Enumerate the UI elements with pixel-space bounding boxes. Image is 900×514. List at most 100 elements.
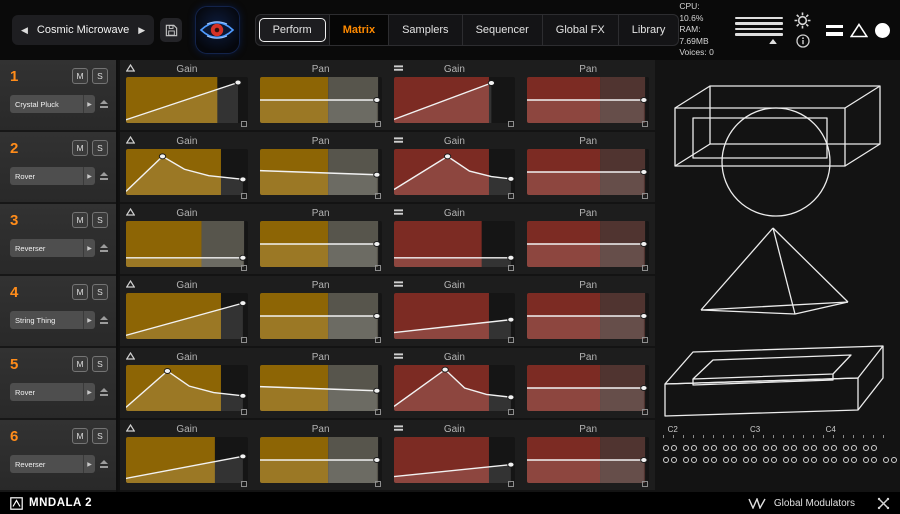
note-dot[interactable]	[831, 457, 837, 463]
mod-curve-display[interactable]	[393, 77, 516, 123]
note-pair[interactable]	[663, 457, 677, 463]
preset-prev-button[interactable]: ◀	[21, 25, 28, 35]
note-dot[interactable]	[731, 445, 737, 451]
expand-icon[interactable]	[642, 337, 648, 343]
curve-node[interactable]	[641, 242, 647, 247]
curve-node[interactable]	[240, 454, 246, 459]
note-dot[interactable]	[703, 457, 709, 463]
curve-node[interactable]	[488, 80, 494, 85]
save-button[interactable]	[160, 18, 183, 42]
note-dot[interactable]	[683, 457, 689, 463]
mod-curve-display[interactable]	[527, 221, 649, 267]
note-pair[interactable]	[783, 457, 797, 463]
mute-button[interactable]: M	[72, 428, 88, 444]
note-dot[interactable]	[883, 457, 889, 463]
note-dot[interactable]	[731, 457, 737, 463]
note-dot[interactable]	[891, 457, 897, 463]
expand-icon[interactable]	[240, 409, 247, 415]
curve-node[interactable]	[373, 172, 379, 177]
note-dot[interactable]	[791, 445, 797, 451]
curve-node[interactable]	[235, 80, 241, 85]
note-pair[interactable]	[683, 445, 697, 451]
eject-icon[interactable]	[100, 460, 108, 468]
mod-curve-display[interactable]	[126, 77, 248, 123]
note-pair[interactable]	[883, 457, 897, 463]
solo-button[interactable]: S	[92, 212, 108, 228]
channel-preset-select[interactable]: Rover ▶	[10, 167, 95, 185]
expand-icon[interactable]	[374, 409, 381, 415]
expand-icon[interactable]	[508, 121, 515, 127]
mod-curve-display[interactable]	[527, 77, 649, 123]
channel-preset-select[interactable]: Reverser ▶	[10, 455, 95, 473]
note-dot[interactable]	[771, 445, 777, 451]
expand-icon[interactable]	[508, 265, 515, 271]
mute-button[interactable]: M	[72, 212, 88, 228]
note-pair[interactable]	[683, 457, 697, 463]
tab-sequencer[interactable]: Sequencer	[461, 15, 542, 45]
note-dot[interactable]	[691, 457, 697, 463]
mod-curve-display[interactable]	[126, 437, 248, 483]
note-pair[interactable]	[843, 445, 857, 451]
curve-node[interactable]	[240, 393, 246, 398]
mod-curve-display[interactable]	[527, 293, 649, 339]
note-dot[interactable]	[823, 445, 829, 451]
mod-curve-display[interactable]	[527, 149, 649, 195]
note-dot[interactable]	[663, 457, 669, 463]
note-dot[interactable]	[683, 445, 689, 451]
mod-curve-display[interactable]	[259, 221, 382, 267]
note-pair[interactable]	[703, 457, 717, 463]
mod-curve-display[interactable]	[527, 365, 649, 411]
note-dot[interactable]	[711, 457, 717, 463]
note-dot[interactable]	[803, 445, 809, 451]
note-pair[interactable]	[803, 457, 817, 463]
expand-icon[interactable]	[240, 337, 247, 343]
curve-node[interactable]	[507, 395, 513, 400]
expand-icon[interactable]	[642, 481, 648, 487]
expand-icon[interactable]	[374, 265, 381, 271]
note-dot[interactable]	[671, 445, 677, 451]
note-dot[interactable]	[803, 457, 809, 463]
note-dot[interactable]	[703, 445, 709, 451]
info-icon[interactable]	[795, 34, 810, 48]
note-dot[interactable]	[743, 445, 749, 451]
eject-icon[interactable]	[100, 316, 108, 324]
note-pair[interactable]	[783, 445, 797, 451]
tab-perform[interactable]: Perform	[258, 18, 326, 42]
note-pair[interactable]	[823, 457, 837, 463]
curve-node[interactable]	[507, 317, 513, 322]
note-dot[interactable]	[871, 457, 877, 463]
expand-icon[interactable]	[240, 193, 247, 199]
note-pair[interactable]	[763, 457, 777, 463]
note-dot[interactable]	[831, 445, 837, 451]
note-dot[interactable]	[723, 457, 729, 463]
curve-node[interactable]	[240, 301, 246, 306]
expand-icon[interactable]	[508, 409, 515, 415]
curve-node[interactable]	[240, 255, 246, 260]
expand-icon[interactable]	[240, 481, 247, 487]
note-dot[interactable]	[723, 445, 729, 451]
expand-icon[interactable]	[240, 265, 247, 271]
expand-icon[interactable]	[374, 337, 381, 343]
note-dot[interactable]	[783, 457, 789, 463]
solo-button[interactable]: S	[92, 356, 108, 372]
chevron-right-icon[interactable]: ▶	[83, 311, 95, 329]
note-dot[interactable]	[811, 457, 817, 463]
slider-handle-icon[interactable]	[769, 38, 778, 44]
mute-button[interactable]: M	[72, 356, 88, 372]
mute-button[interactable]: M	[72, 284, 88, 300]
note-pair[interactable]	[663, 445, 677, 451]
expand-icon[interactable]	[374, 481, 381, 487]
chevron-right-icon[interactable]: ▶	[83, 239, 95, 257]
note-dot[interactable]	[663, 445, 669, 451]
mod-curve-display[interactable]	[259, 437, 382, 483]
mod-curve-display[interactable]	[393, 365, 516, 411]
expand-icon[interactable]	[374, 121, 381, 127]
note-dot[interactable]	[843, 457, 849, 463]
note-dot[interactable]	[843, 445, 849, 451]
tab-global-fx[interactable]: Global FX	[541, 15, 618, 45]
channel-preset-select[interactable]: String Thing ▶	[10, 311, 95, 329]
curve-node[interactable]	[159, 154, 165, 159]
solo-button[interactable]: S	[92, 284, 108, 300]
mod-curve-display[interactable]	[259, 149, 382, 195]
mod-curve-display[interactable]	[259, 77, 382, 123]
